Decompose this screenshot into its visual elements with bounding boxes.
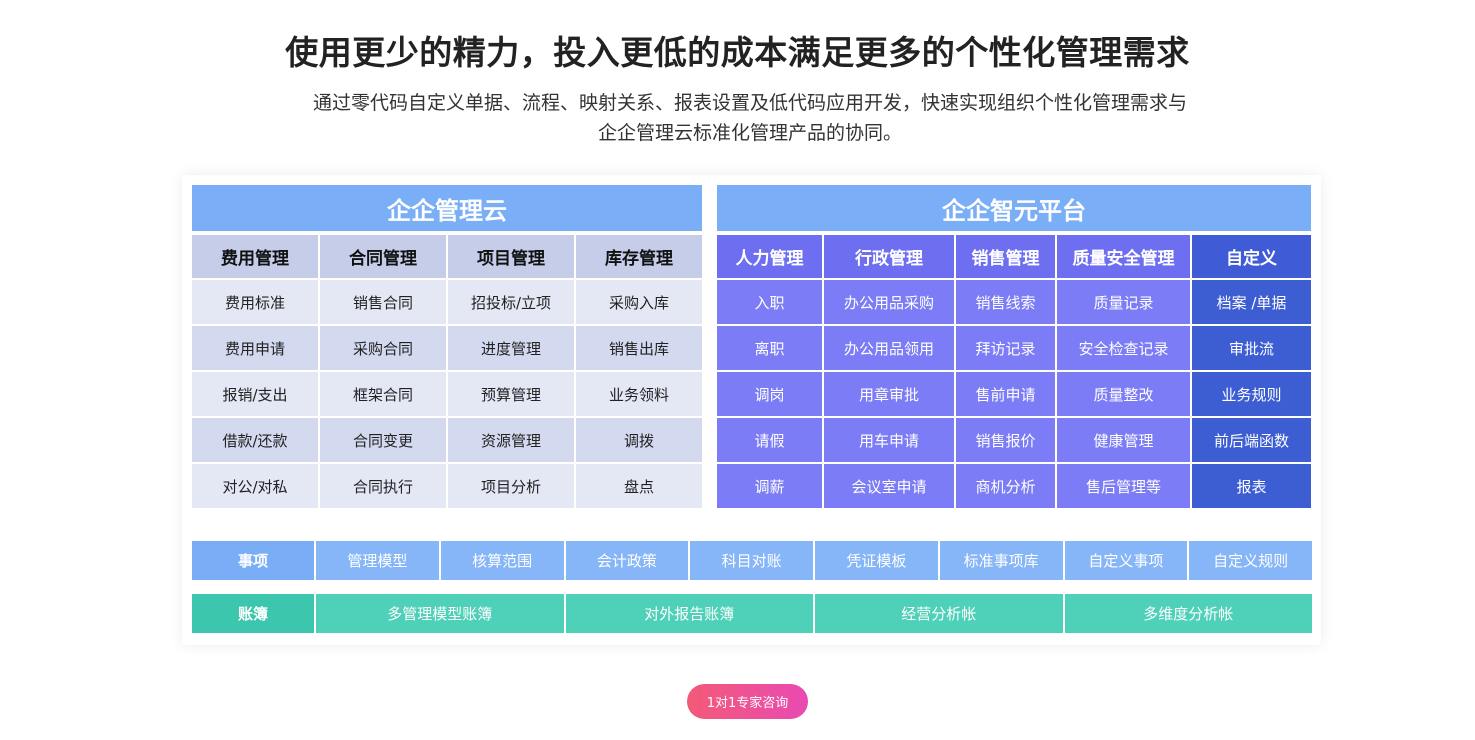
management-cloud-cell: 资源管理 (448, 418, 574, 462)
smart-platform-cell: 离职 (717, 326, 822, 370)
management-cloud-cell: 盘点 (576, 464, 702, 508)
management-cloud-cell: 合同执行 (320, 464, 446, 508)
management-cloud-cell: 预算管理 (448, 372, 574, 416)
management-cloud-cell: 项目分析 (448, 464, 574, 508)
smart-platform-column-header: 销售管理 (956, 235, 1055, 278)
smart-platform-cell: 用章审批 (824, 372, 954, 416)
smart-platform-cell: 调薪 (717, 464, 822, 508)
smart-platform-cell: 销售报价 (956, 418, 1055, 462)
smart-platform-column-header: 自定义 (1192, 235, 1311, 278)
smart-platform-block: 企企智元平台 人力管理 行政管理 销售管理 质量安全管理 自定义入职 办公用品采购 销售线索… (717, 185, 1311, 510)
smart-platform-cell: 售前申请 (956, 372, 1055, 416)
ledger-row-cell: 对外报告账簿 (565, 594, 813, 633)
feature-matrix-panel: 企企管理云 费用管理 合同管理 项目管理 库存管理费用标准 销售合同 招投标/立项 采购入库… (182, 175, 1321, 645)
management-cloud-column-header: 库存管理 (576, 235, 702, 278)
smart-platform-cell: 销售线索 (956, 280, 1055, 324)
management-cloud-cell: 费用标准 (192, 280, 318, 324)
ledger-row-cell: 多维度分析帐 (1064, 594, 1312, 633)
management-cloud-cell: 借款/还款 (192, 418, 318, 462)
smart-platform-cell: 档案 /单据 (1192, 280, 1311, 324)
smart-platform-cell: 入职 (717, 280, 822, 324)
expert-consult-button[interactable]: 1对1专家咨询 (687, 684, 808, 719)
smart-platform-cell: 调岗 (717, 372, 822, 416)
management-cloud-cell: 调拨 (576, 418, 702, 462)
items-row-cell: 标准事项库 (939, 541, 1063, 580)
items-row-cell: 自定义规则 (1189, 541, 1312, 580)
items-row-cell: 凭证模板 (815, 541, 938, 580)
management-cloud-column-header: 费用管理 (192, 235, 318, 278)
smart-platform-cell: 报表 (1192, 464, 1311, 508)
items-row-cell: 科目对账 (690, 541, 813, 580)
management-cloud-cell: 合同变更 (320, 418, 446, 462)
management-cloud-cell: 招投标/立项 (448, 280, 574, 324)
smart-platform-cell: 会议室申请 (824, 464, 954, 508)
items-row-cell: 核算范围 (440, 541, 564, 580)
management-cloud-cell: 费用申请 (192, 326, 318, 370)
management-cloud-grid: 费用管理 合同管理 项目管理 库存管理费用标准 销售合同 招投标/立项 采购入库费用申请 采购… (192, 235, 702, 510)
smart-platform-cell: 审批流 (1192, 326, 1311, 370)
smart-platform-cell: 用车申请 (824, 418, 954, 462)
smart-platform-cell: 健康管理 (1057, 418, 1190, 462)
smart-platform-cell: 拜访记录 (956, 326, 1055, 370)
management-cloud-cell: 销售合同 (320, 280, 446, 324)
smart-platform-column-header: 人力管理 (717, 235, 822, 278)
items-row-cell: 自定义事项 (1064, 541, 1188, 580)
smart-platform-title: 企企智元平台 (717, 185, 1311, 231)
items-row: 事项 管理模型 核算范围 会计政策 科目对账 凭证模板 标准事项库 自定义事项 自定义规则 (192, 541, 1312, 580)
ledger-row-label: 账簿 (192, 594, 314, 633)
smart-platform-cell: 质量整改 (1057, 372, 1190, 416)
management-cloud-title: 企企管理云 (192, 185, 702, 231)
management-cloud-cell: 进度管理 (448, 326, 574, 370)
management-cloud-cell: 业务领料 (576, 372, 702, 416)
management-cloud-cell: 框架合同 (320, 372, 446, 416)
smart-platform-cell: 售后管理等 (1057, 464, 1190, 508)
management-cloud-cell: 采购入库 (576, 280, 702, 324)
smart-platform-cell: 商机分析 (956, 464, 1055, 508)
smart-platform-grid: 人力管理 行政管理 销售管理 质量安全管理 自定义入职 办公用品采购 销售线索 质量记录 档案 … (717, 235, 1311, 510)
smart-platform-cell: 前后端函数 (1192, 418, 1311, 462)
smart-platform-cell: 质量记录 (1057, 280, 1190, 324)
page-title: 使用更少的精力，投入更低的成本满足更多的个性化管理需求 (285, 33, 1190, 72)
management-cloud-cell: 对公/对私 (192, 464, 318, 508)
smart-platform-cell: 业务规则 (1192, 372, 1311, 416)
items-row-cell: 管理模型 (316, 541, 439, 580)
management-cloud-cell: 采购合同 (320, 326, 446, 370)
ledger-row-cell: 经营分析帐 (815, 594, 1063, 633)
smart-platform-column-header: 质量安全管理 (1057, 235, 1190, 278)
smart-platform-cell: 办公用品采购 (824, 280, 954, 324)
items-row-cell: 会计政策 (565, 541, 689, 580)
items-row-label: 事项 (192, 541, 314, 580)
smart-platform-column-header: 行政管理 (824, 235, 954, 278)
ledger-row: 账簿 多管理模型账簿 对外报告账簿 经营分析帐 多维度分析帐 (192, 594, 1312, 633)
management-cloud-cell: 报销/支出 (192, 372, 318, 416)
smart-platform-cell: 安全检查记录 (1057, 326, 1190, 370)
ledger-row-cell: 多管理模型账簿 (316, 594, 564, 633)
management-cloud-column-header: 合同管理 (320, 235, 446, 278)
management-cloud-cell: 销售出库 (576, 326, 702, 370)
smart-platform-cell: 请假 (717, 418, 822, 462)
management-cloud-column-header: 项目管理 (448, 235, 574, 278)
management-cloud-block: 企企管理云 费用管理 合同管理 项目管理 库存管理费用标准 销售合同 招投标/立项 采购入库… (192, 185, 702, 510)
smart-platform-cell: 办公用品领用 (824, 326, 954, 370)
page-subtitle: 通过零代码自定义单据、流程、映射关系、报表设置及低代码应用开发，快速实现组织个性… (312, 92, 1187, 144)
